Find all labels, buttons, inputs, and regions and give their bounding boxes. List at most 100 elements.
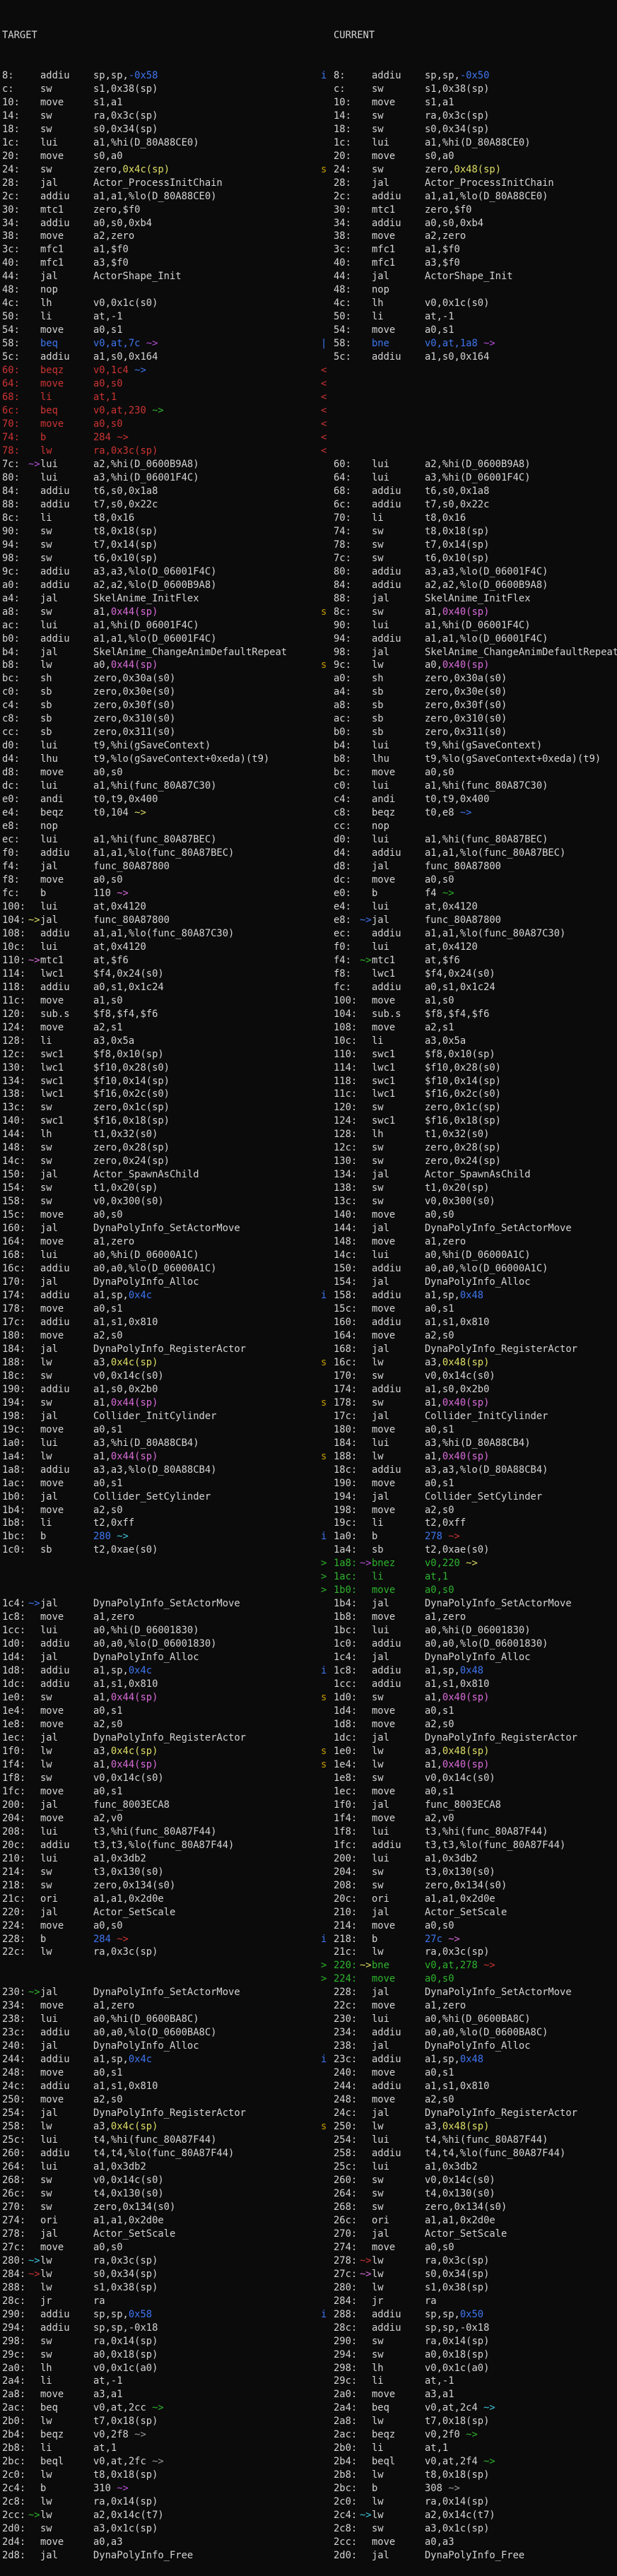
address: 180:: [334, 1423, 360, 1437]
operands: v0,0x300(s0): [425, 1195, 495, 1208]
address: c8:: [334, 806, 360, 820]
address: 2a8:: [334, 2415, 360, 2428]
branch-target-arrow-icon: [360, 351, 372, 364]
mnemonic: move: [40, 1235, 93, 1249]
operands: t2,0xff: [425, 1517, 466, 1530]
right-instruction-cell: 80:addiua3,a3,%lo(D_06001F4C): [334, 565, 617, 579]
address: 2c4:: [2, 2482, 28, 2495]
address: 2a8:: [2, 2388, 28, 2401]
left-instruction-cell: 1ec:jalDynaPolyInfo_RegisterActor: [0, 1731, 311, 1745]
branch-target-arrow-icon: [360, 1718, 372, 1731]
branch-target-arrow-icon: [28, 270, 40, 283]
mnemonic: move: [372, 1999, 425, 2013]
operands: Actor_SetScale: [93, 2228, 175, 2241]
mnemonic: sw: [40, 1370, 93, 1383]
operands: a2,v0: [93, 1812, 123, 1825]
mnemonic: addiu: [40, 847, 93, 860]
mnemonic: lwc1: [372, 968, 425, 981]
diff-row: 1f8:swv0,0x14c(s0)1e8:swv0,0x14c(s0): [0, 1772, 617, 1785]
operands: a3,0x1c(sp): [425, 2522, 489, 2536]
branch-target-arrow-icon: [28, 1893, 40, 1906]
branch-target-arrow-icon: [360, 712, 372, 726]
branch-target-arrow-icon: [28, 1946, 40, 1959]
branch-target-arrow-icon: [28, 83, 40, 96]
left-instruction-cell: 2d0:swa3,0x1c(sp): [0, 2522, 311, 2536]
branch-target-arrow-icon: [28, 257, 40, 270]
address: 8c:: [2, 512, 28, 525]
diff-row: fc:b110 ~>e0:bf4 ~>: [0, 887, 617, 900]
left-instruction-cell: 2bc:beqlv0,at,2fc ~>: [0, 2455, 311, 2469]
operands: a3,0x1c(sp): [93, 2522, 158, 2536]
right-instruction-cell: e0:bf4 ~>: [334, 887, 617, 900]
mnemonic: move: [40, 418, 93, 431]
mnemonic: move: [372, 1611, 425, 1624]
mnemonic: jal: [372, 1222, 425, 1235]
operands: t8,0x18(sp): [425, 525, 489, 539]
operands: func_8003ECA8: [93, 1799, 170, 1812]
right-instruction-cell: 1e4:lwa1,0x40(sp): [334, 1758, 617, 1772]
address: 154:: [334, 1276, 360, 1289]
diff-row: 25c:luit4,%hi(func_80A87F44)254:luit4,%h…: [0, 2134, 617, 2147]
address: a8:: [334, 699, 360, 712]
right-instruction-cell: 3c:mfc1a1,$f0: [334, 243, 617, 257]
operands: a1,zero: [425, 1611, 466, 1624]
left-instruction-cell: 1a0:luia3,%hi(D_80A88CB4): [0, 1437, 311, 1450]
branch-target-arrow-icon: [360, 1155, 372, 1168]
address: 18c:: [2, 1370, 28, 1383]
operands: a1,zero: [425, 1235, 466, 1249]
operands: a0,s1: [425, 1423, 454, 1437]
diff-row: 70:movea0,s0<: [0, 418, 617, 431]
operands: a1,s0,0x2b0: [425, 1383, 489, 1396]
branch-target-arrow-icon: [360, 2401, 372, 2415]
right-instruction-cell: 23c:addiua1,sp,0x48: [334, 2053, 617, 2066]
branch-target-arrow-icon: [360, 1329, 372, 1343]
address: 158:: [334, 1289, 360, 1302]
mnemonic: sw: [40, 552, 93, 565]
left-instruction-cell: 1ac:movea0,s1: [0, 1477, 311, 1490]
branch-target-arrow-icon: [28, 1464, 40, 1477]
address: 60:: [334, 458, 360, 471]
address: 238:: [334, 2040, 360, 2053]
left-instruction-cell: 94:swt7,0x14(sp): [0, 539, 311, 552]
branch-target-arrow-icon: [28, 1088, 40, 1101]
left-instruction-cell: 78:lwra,0x3c(sp): [0, 445, 311, 458]
address: 280:: [334, 2281, 360, 2295]
diff-row: 15c:movea0,s0140:movea0,s0: [0, 1208, 617, 1222]
right-instruction-cell: 1f4:movea2,v0: [334, 1812, 617, 1825]
address: b0:: [2, 633, 28, 646]
mnemonic: move: [372, 766, 425, 780]
branch-target-arrow-icon: [28, 1222, 40, 1235]
branch-target-arrow-icon: [28, 766, 40, 780]
branch-target-arrow-icon: [360, 2536, 372, 2549]
address: 2a4:: [2, 2375, 28, 2388]
address: 21c:: [2, 1893, 28, 1906]
diff-row: bc:shzero,0x30a(s0)a0:shzero,0x30a(s0): [0, 672, 617, 686]
operands: a3,0x5a: [93, 1035, 134, 1048]
address: dc:: [334, 874, 360, 887]
mnemonic: jal: [40, 592, 93, 606]
branch-target-arrow-icon: [28, 860, 40, 874]
address: f4:: [2, 860, 28, 874]
operands: a1,0x44(sp): [93, 606, 158, 619]
address: 1f0:: [2, 1745, 28, 1758]
diff-row: 1c8:movea1,zero1b8:movea1,zero: [0, 1611, 617, 1624]
address: 2c:: [2, 190, 28, 204]
operands: a1,s1,0x810: [93, 1316, 158, 1329]
mnemonic: jal: [40, 914, 93, 927]
operands: a1,a1,0x2d0e: [425, 2214, 495, 2228]
diff-row: 274:oria1,a1,0x2d0e26c:oria1,a1,0x2d0e: [0, 2214, 617, 2228]
diff-row: 204:movea2,v01f4:movea2,v0: [0, 1812, 617, 1825]
branch-target-arrow-icon: [360, 2040, 372, 2053]
operands: a0,s0,0xb4: [93, 217, 152, 230]
mnemonic: addiu: [40, 1637, 93, 1651]
branch-target-arrow-icon: [360, 726, 372, 739]
mnemonic: sw: [40, 2187, 93, 2201]
diff-row: 158:swv0,0x300(s0)13c:swv0,0x300(s0): [0, 1195, 617, 1208]
diff-row: 1d8:addiua1,sp,0x4ci1c8:addiua1,sp,0x48: [0, 1664, 617, 1678]
right-instruction-cell: 194:jalCollider_SetCylinder: [334, 1490, 617, 1504]
branch-target-arrow-icon: [28, 243, 40, 257]
operands: a0,s1: [93, 324, 123, 337]
operands: a2,zero: [425, 230, 466, 243]
right-instruction-cell: 1bc:luia0,%hi(D_06001830): [334, 1624, 617, 1637]
operands: sp,sp,0x50: [425, 2308, 483, 2322]
